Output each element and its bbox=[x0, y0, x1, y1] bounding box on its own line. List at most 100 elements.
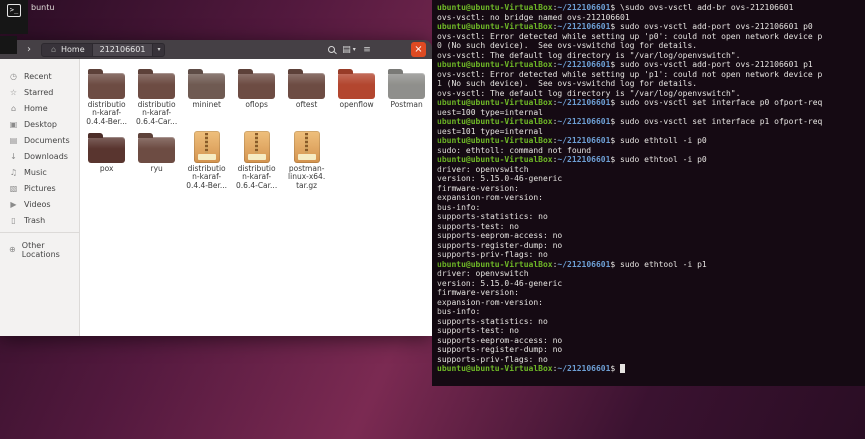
sidebar-item-label: Downloads bbox=[24, 151, 68, 161]
chevron-down-icon: ▾ bbox=[352, 46, 356, 53]
close-button[interactable]: × bbox=[411, 42, 426, 57]
file-manager-window: ‹ › ⌂ Home 212106601 ▾ ▤ ▾ ≡ × ◷ Recent ☆ S… bbox=[0, 40, 432, 336]
folder-icon bbox=[88, 67, 126, 99]
sidebar-item-label: Starred bbox=[24, 87, 54, 97]
archive-icon bbox=[193, 131, 220, 163]
sidebar-item-downloads[interactable]: ↓ Downloads bbox=[0, 148, 79, 164]
sidebar-item-label: Home bbox=[24, 103, 48, 113]
folder-icon bbox=[138, 67, 176, 99]
terminal-output: ubuntu@ubuntu-VirtualBox:~/212106601$ \s… bbox=[437, 3, 865, 374]
sidebar-item-pictures[interactable]: ▧ Pictures bbox=[0, 180, 79, 196]
sidebar-item-label: Pictures bbox=[24, 183, 56, 193]
terminal-cursor bbox=[620, 364, 626, 373]
view-toggle-button[interactable]: ▤ ▾ bbox=[341, 43, 357, 57]
search-button[interactable] bbox=[323, 43, 339, 57]
terminal-line: ubuntu@ubuntu-VirtualBox:~/212106601$ su… bbox=[437, 22, 813, 31]
file-item[interactable]: postman-linux-x64. tar.gz bbox=[282, 129, 332, 193]
sidebar-item-label: Videos bbox=[24, 199, 51, 209]
folder-icon bbox=[138, 131, 176, 163]
terminal-line: driver: openvswitch bbox=[437, 269, 529, 278]
menu-button[interactable]: ≡ bbox=[359, 43, 375, 57]
folder-icon bbox=[338, 67, 376, 99]
file-item[interactable]: oftest bbox=[282, 65, 332, 129]
terminal-line: supports-statistics: no bbox=[437, 212, 548, 221]
file-label: distributio n-karaf- 0.6.4-Car... bbox=[136, 100, 178, 126]
file-label: openflow bbox=[339, 100, 374, 109]
terminal-line: supports-test: no bbox=[437, 326, 519, 335]
sidebar-item-documents[interactable]: ▤ Documents bbox=[0, 132, 79, 148]
pictures-icon: ▧ bbox=[9, 183, 18, 193]
sidebar-item-starred[interactable]: ☆ Starred bbox=[0, 84, 79, 100]
terminal-window[interactable]: ubuntu@ubuntu-VirtualBox:~/212106601$ \s… bbox=[432, 0, 865, 386]
folder-icon bbox=[188, 67, 226, 99]
sidebar-item-other-locations[interactable]: ⊕ Other Locations bbox=[0, 237, 79, 262]
terminal-line: expansion-rom-version: bbox=[437, 193, 543, 202]
sidebar-item-desktop[interactable]: ▣ Desktop bbox=[0, 116, 79, 132]
file-item[interactable]: distributio n-karaf- 0.6.4-Car... bbox=[232, 129, 282, 193]
terminal-app-icon[interactable]: >_ bbox=[0, 0, 28, 34]
terminal-glyph-icon: >_ bbox=[6, 4, 22, 17]
file-item[interactable]: openflow bbox=[332, 65, 382, 129]
terminal-line: ubuntu@ubuntu-VirtualBox:~/212106601$ su… bbox=[437, 155, 707, 164]
breadcrumb-folder-label: 212106601 bbox=[99, 45, 146, 54]
terminal-line: supports-priv-flags: no bbox=[437, 250, 548, 259]
sidebar-separator bbox=[0, 232, 79, 233]
archive-icon bbox=[243, 131, 270, 163]
file-item[interactable]: mininet bbox=[182, 65, 232, 129]
forward-button[interactable]: › bbox=[22, 43, 36, 57]
file-label: distributio n-karaf- 0.6.4-Car... bbox=[236, 164, 278, 190]
terminal-line: ovs-vsctl: The default log directory is … bbox=[437, 50, 741, 60]
terminal-line: expansion-rom-version: bbox=[437, 297, 543, 307]
sidebar-item-home[interactable]: ⌂ Home bbox=[0, 100, 79, 116]
breadcrumb-home-label: Home bbox=[61, 45, 85, 54]
sidebar-item-recent[interactable]: ◷ Recent bbox=[0, 68, 79, 84]
path-dropdown-button[interactable]: ▾ bbox=[153, 44, 164, 56]
file-grid: distributio n-karaf- 0.4.4-Ber... distribut… bbox=[80, 59, 432, 336]
videos-icon: ▶ bbox=[10, 199, 17, 209]
file-item[interactable]: pox bbox=[82, 129, 132, 193]
terminal-line: ovs-vsctl: Error detected while setting … bbox=[437, 69, 823, 79]
file-label: ryu bbox=[150, 164, 163, 173]
file-item[interactable]: distributio n-karaf- 0.4.4-Ber... bbox=[82, 65, 132, 129]
terminal-line: ovs-vsctl: Error detected while setting … bbox=[437, 31, 823, 41]
terminal-line: supports-test: no bbox=[437, 221, 519, 231]
terminal-line: firmware-version: bbox=[437, 288, 519, 297]
desktop-icon: ▣ bbox=[9, 119, 18, 129]
terminal-line: sudo: ethtoll: command not found bbox=[437, 145, 592, 155]
file-item[interactable]: ryu bbox=[132, 129, 182, 193]
terminal-line: bus-info: bbox=[437, 307, 481, 316]
terminal-line: ovs-vsctl: The default log directory is … bbox=[437, 88, 741, 98]
breadcrumb: ⌂ Home 212106601 ▾ bbox=[41, 42, 166, 57]
sidebar-item-music[interactable]: ♫ Music bbox=[0, 164, 79, 180]
file-label: postman-linux-x64. tar.gz bbox=[288, 164, 326, 190]
sidebar-item-videos[interactable]: ▶ Videos bbox=[0, 196, 79, 212]
list-view-icon: ▤ bbox=[342, 44, 351, 55]
folder-icon bbox=[288, 67, 326, 99]
file-item[interactable]: oflops bbox=[232, 65, 282, 129]
file-item[interactable]: distributio n-karaf- 0.4.4-Ber... bbox=[182, 129, 232, 193]
breadcrumb-home[interactable]: ⌂ Home bbox=[42, 43, 93, 56]
file-item[interactable]: Postman bbox=[382, 65, 432, 129]
sidebar: ◷ Recent ☆ Starred ⌂ Home ▣ Desktop ▤ Documents ↓ D… bbox=[0, 59, 80, 336]
background-window-corner bbox=[0, 36, 17, 54]
terminal-line: supports-eeprom-access: no bbox=[437, 335, 563, 345]
documents-icon: ▤ bbox=[9, 135, 18, 145]
breadcrumb-current-folder[interactable]: 212106601 bbox=[92, 43, 154, 56]
sidebar-item-label: Documents bbox=[24, 135, 70, 145]
file-manager-headerbar: ‹ › ⌂ Home 212106601 ▾ ▤ ▾ ≡ × bbox=[0, 40, 432, 59]
file-label: mininet bbox=[192, 100, 221, 109]
file-label: oflops bbox=[245, 100, 268, 109]
starred-icon: ☆ bbox=[9, 87, 18, 97]
terminal-line: ubuntu@ubuntu-VirtualBox:~/212106601$ su… bbox=[437, 98, 823, 107]
home-icon: ⌂ bbox=[50, 45, 57, 54]
sidebar-item-label: Desktop bbox=[24, 119, 57, 129]
terminal-line: supports-eeprom-access: no bbox=[437, 231, 563, 240]
downloads-icon: ↓ bbox=[10, 151, 17, 161]
terminal-line: bus-info: bbox=[437, 202, 481, 212]
sidebar-item-trash[interactable]: ▯ Trash bbox=[0, 212, 79, 228]
file-item[interactable]: distributio n-karaf- 0.6.4-Car... bbox=[132, 65, 182, 129]
sidebar-item-label: Trash bbox=[24, 215, 46, 225]
archive-icon bbox=[293, 131, 320, 163]
terminal-line: supports-register-dump: no bbox=[437, 240, 563, 250]
terminal-line: ubuntu@ubuntu-VirtualBox:~/212106601$ su… bbox=[437, 136, 707, 145]
